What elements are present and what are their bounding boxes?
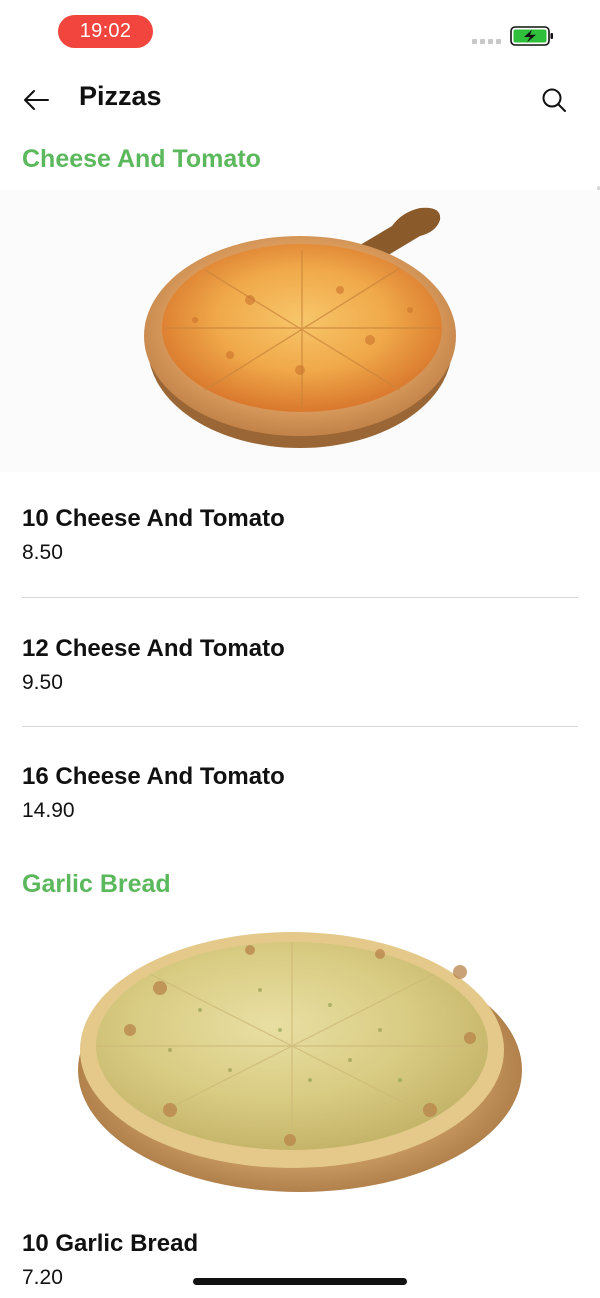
status-time: 19:02 bbox=[58, 15, 153, 48]
app-header: Pizzas bbox=[0, 64, 600, 136]
search-button[interactable] bbox=[536, 82, 572, 118]
item-name: 10 Cheese And Tomato bbox=[22, 505, 285, 532]
menu-item[interactable]: 16 Cheese And Tomato 14.90 bbox=[22, 762, 578, 824]
item-name: 12 Cheese And Tomato bbox=[22, 635, 285, 662]
item-price: 14.90 bbox=[22, 799, 75, 822]
item-name: 16 Cheese And Tomato bbox=[22, 763, 285, 790]
cheese-and-tomato-pizza-image[interactable] bbox=[0, 190, 600, 472]
item-name: 10 Garlic Bread bbox=[22, 1230, 199, 1257]
divider bbox=[22, 597, 578, 598]
menu-item[interactable]: 10 Cheese And Tomato 8.50 bbox=[22, 504, 578, 566]
page-title: Pizzas bbox=[79, 81, 162, 111]
menu-item[interactable]: 12 Cheese And Tomato 9.50 bbox=[22, 634, 578, 696]
section-title-garlic-bread: Garlic Bread bbox=[22, 870, 171, 898]
signal-icon bbox=[472, 39, 501, 44]
item-price: 8.50 bbox=[22, 541, 63, 564]
battery-charging-icon bbox=[510, 26, 553, 46]
section-title-cheese-and-tomato: Cheese And Tomato bbox=[22, 145, 261, 173]
garlic-bread-pizza-image[interactable] bbox=[0, 910, 600, 1200]
divider bbox=[22, 726, 578, 727]
status-bar: 19:02 bbox=[0, 0, 600, 64]
item-price: 9.50 bbox=[22, 671, 63, 694]
search-icon bbox=[542, 88, 566, 112]
back-button[interactable] bbox=[18, 82, 54, 118]
home-indicator[interactable] bbox=[193, 1278, 407, 1285]
arrow-left-icon bbox=[24, 90, 49, 110]
